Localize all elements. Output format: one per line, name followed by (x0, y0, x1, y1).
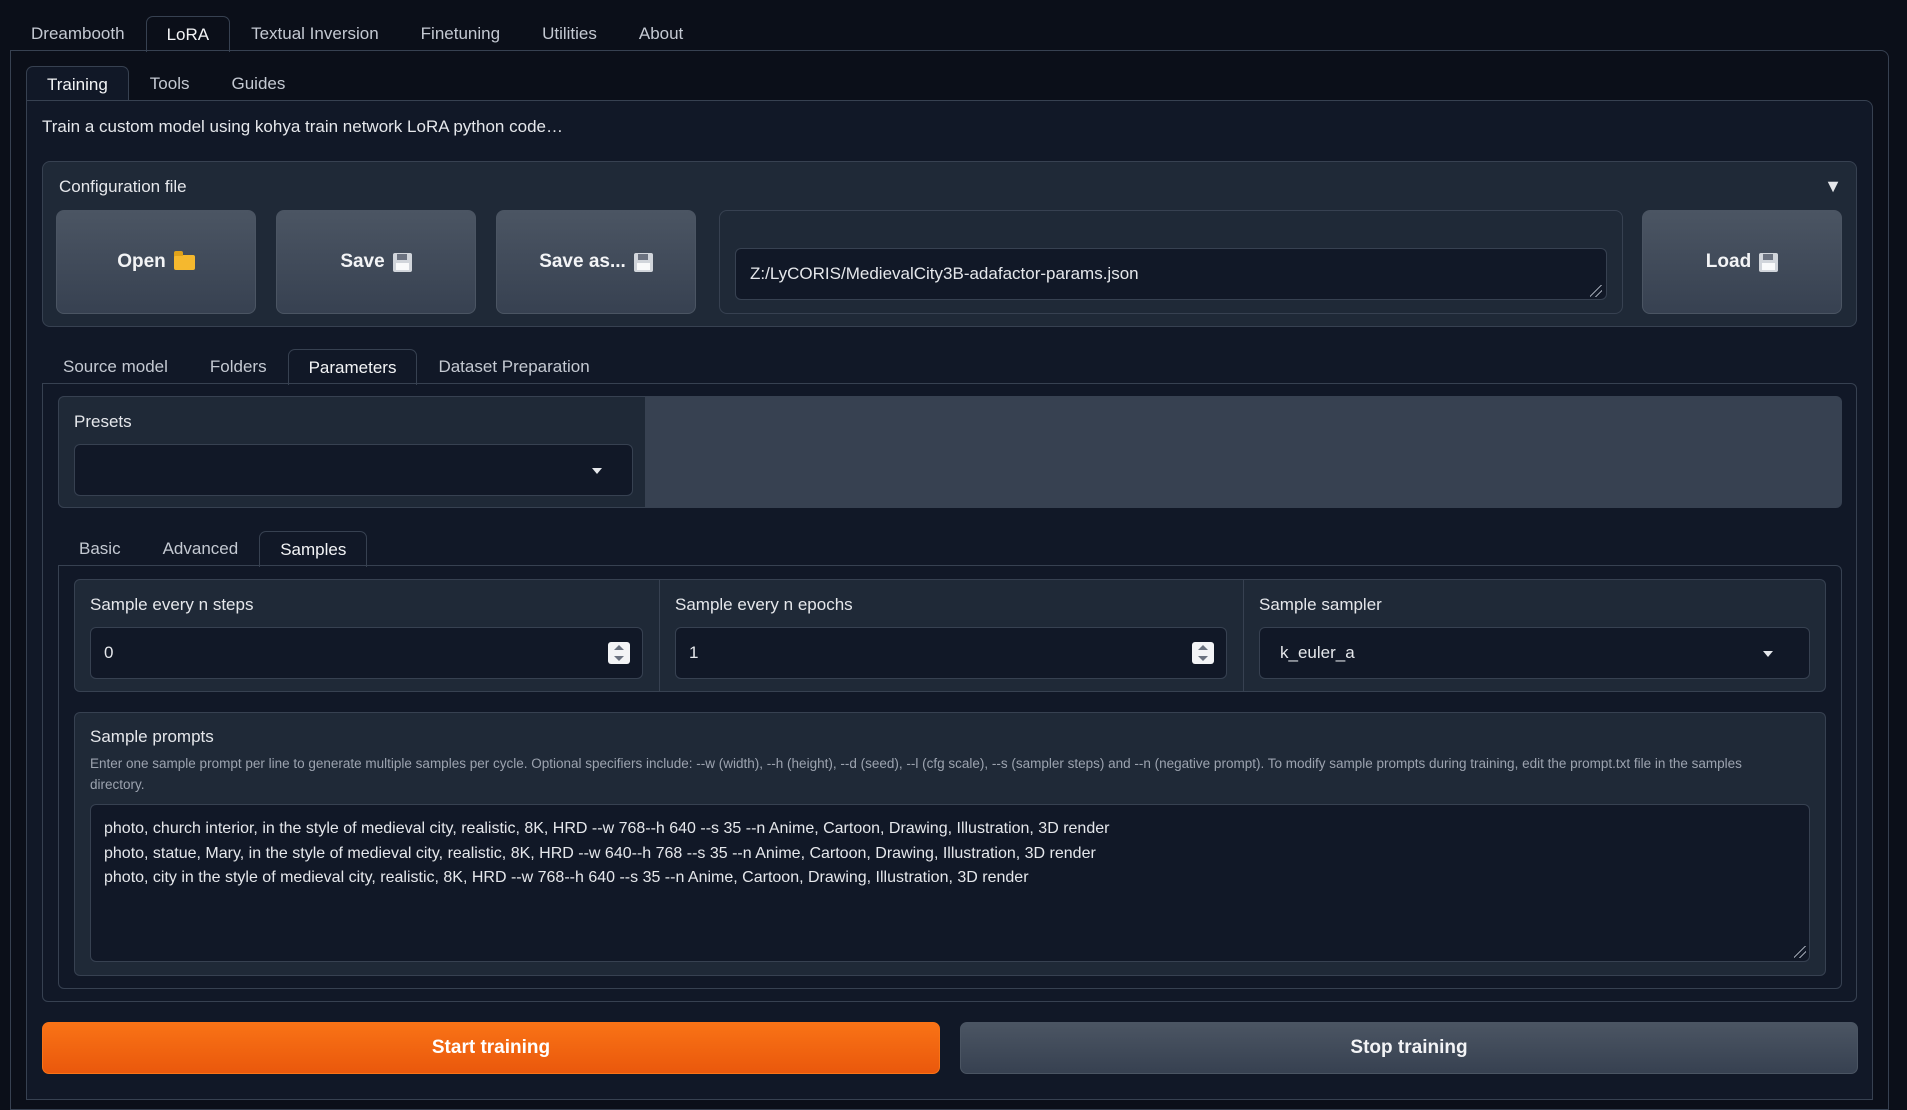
sample-steps-label: Sample every n steps (90, 595, 254, 614)
sample-prompts-box: Sample prompts Enter one sample prompt p… (74, 712, 1826, 976)
resize-grip-icon[interactable] (1590, 285, 1602, 297)
sample-sampler-label: Sample sampler (1259, 595, 1382, 614)
tab-advanced[interactable]: Advanced (142, 530, 260, 566)
collapse-toggle-icon[interactable]: ▼ (1824, 176, 1842, 197)
tab-utilities[interactable]: Utilities (521, 15, 618, 51)
sample-steps-input[interactable]: 0 (90, 627, 643, 679)
tab-lora[interactable]: LoRA (145, 16, 231, 52)
caret-down-icon (592, 468, 602, 474)
config-accordion: Configuration file ▼ Open Save Save as..… (42, 161, 1857, 327)
sample-prompts-info: Enter one sample prompt per line to gene… (90, 756, 1742, 792)
tab-training[interactable]: Training (26, 66, 129, 102)
config-title[interactable]: Configuration file (59, 177, 187, 197)
stepper-icon[interactable] (1192, 642, 1214, 664)
caret-down-icon (1763, 651, 1773, 657)
sample-epochs-input[interactable]: 1 (675, 627, 1227, 679)
sample-steps-value: 0 (104, 643, 114, 662)
samples-settings-row: Sample every n steps 0 Sample every n ep… (74, 579, 1826, 692)
presets-row: Presets (58, 396, 1842, 508)
presets-box: Presets (58, 396, 646, 508)
tab-dreambooth[interactable]: Dreambooth (10, 15, 146, 51)
sample-sampler-field: Sample sampler k_euler_a (1244, 580, 1825, 691)
floppy-disk-icon (1759, 252, 1779, 272)
sample-sampler-value: k_euler_a (1280, 643, 1355, 662)
sample-steps-field: Sample every n steps 0 (75, 580, 660, 691)
top-tab-bar: Dreambooth LoRA Textual Inversion Finetu… (10, 14, 704, 52)
tab-about[interactable]: About (618, 15, 704, 51)
tab-guides[interactable]: Guides (210, 65, 306, 101)
sample-epochs-value: 1 (689, 643, 699, 662)
stop-training-button[interactable]: Stop training (960, 1022, 1858, 1074)
sub-tab-bar: Training Tools Guides (26, 64, 306, 102)
sample-prompts-textarea[interactable]: photo, church interior, in the style of … (90, 804, 1810, 962)
sample-epochs-field: Sample every n epochs 1 (660, 580, 1244, 691)
config-file-path-input[interactable]: Z:/LyCORIS/MedievalCity3B-adafactor-para… (735, 248, 1607, 300)
tab-dataset-preparation[interactable]: Dataset Preparation (417, 348, 610, 384)
presets-dropdown[interactable] (74, 444, 633, 496)
resize-grip-icon[interactable] (1794, 946, 1806, 958)
prompt-line: photo, statue, Mary, in the style of med… (104, 844, 1096, 862)
tab-samples[interactable]: Samples (259, 531, 368, 567)
save-button-label: Save (340, 251, 385, 272)
tab-parameters[interactable]: Parameters (287, 349, 418, 385)
stepper-icon[interactable] (608, 642, 630, 664)
intro-text: Train a custom model using kohya train n… (42, 117, 563, 136)
tab-basic[interactable]: Basic (58, 530, 142, 566)
config-file-box: Z:/LyCORIS/MedievalCity3B-adafactor-para… (719, 210, 1623, 314)
open-button-label: Open (117, 251, 166, 272)
param-tab-bar: Basic Advanced Samples (58, 529, 368, 567)
save-as-button[interactable]: Save as... (496, 210, 696, 314)
save-as-button-label: Save as... (539, 251, 626, 272)
model-tab-bar: Source model Folders Parameters Dataset … (42, 347, 611, 385)
start-training-button[interactable]: Start training (42, 1022, 940, 1074)
save-button[interactable]: Save (276, 210, 476, 314)
tab-source-model[interactable]: Source model (42, 348, 189, 384)
tab-folders[interactable]: Folders (189, 348, 288, 384)
sample-prompts-label: Sample prompts (90, 727, 214, 746)
presets-label: Presets (74, 412, 132, 431)
open-button[interactable]: Open (56, 210, 256, 314)
tab-textual-inversion[interactable]: Textual Inversion (230, 15, 400, 51)
prompt-line: photo, church interior, in the style of … (104, 820, 1110, 837)
folder-icon (173, 250, 195, 270)
load-button-label: Load (1705, 251, 1752, 272)
load-button[interactable]: Load (1642, 210, 1842, 314)
tab-tools[interactable]: Tools (129, 65, 211, 101)
prompt-line: photo, city in the style of medieval cit… (104, 869, 1029, 886)
sample-epochs-label: Sample every n epochs (675, 595, 853, 614)
floppy-disk-icon (392, 252, 412, 272)
tab-finetuning[interactable]: Finetuning (400, 15, 521, 51)
sample-sampler-dropdown[interactable]: k_euler_a (1259, 627, 1810, 679)
floppy-disk-icon (633, 252, 653, 272)
